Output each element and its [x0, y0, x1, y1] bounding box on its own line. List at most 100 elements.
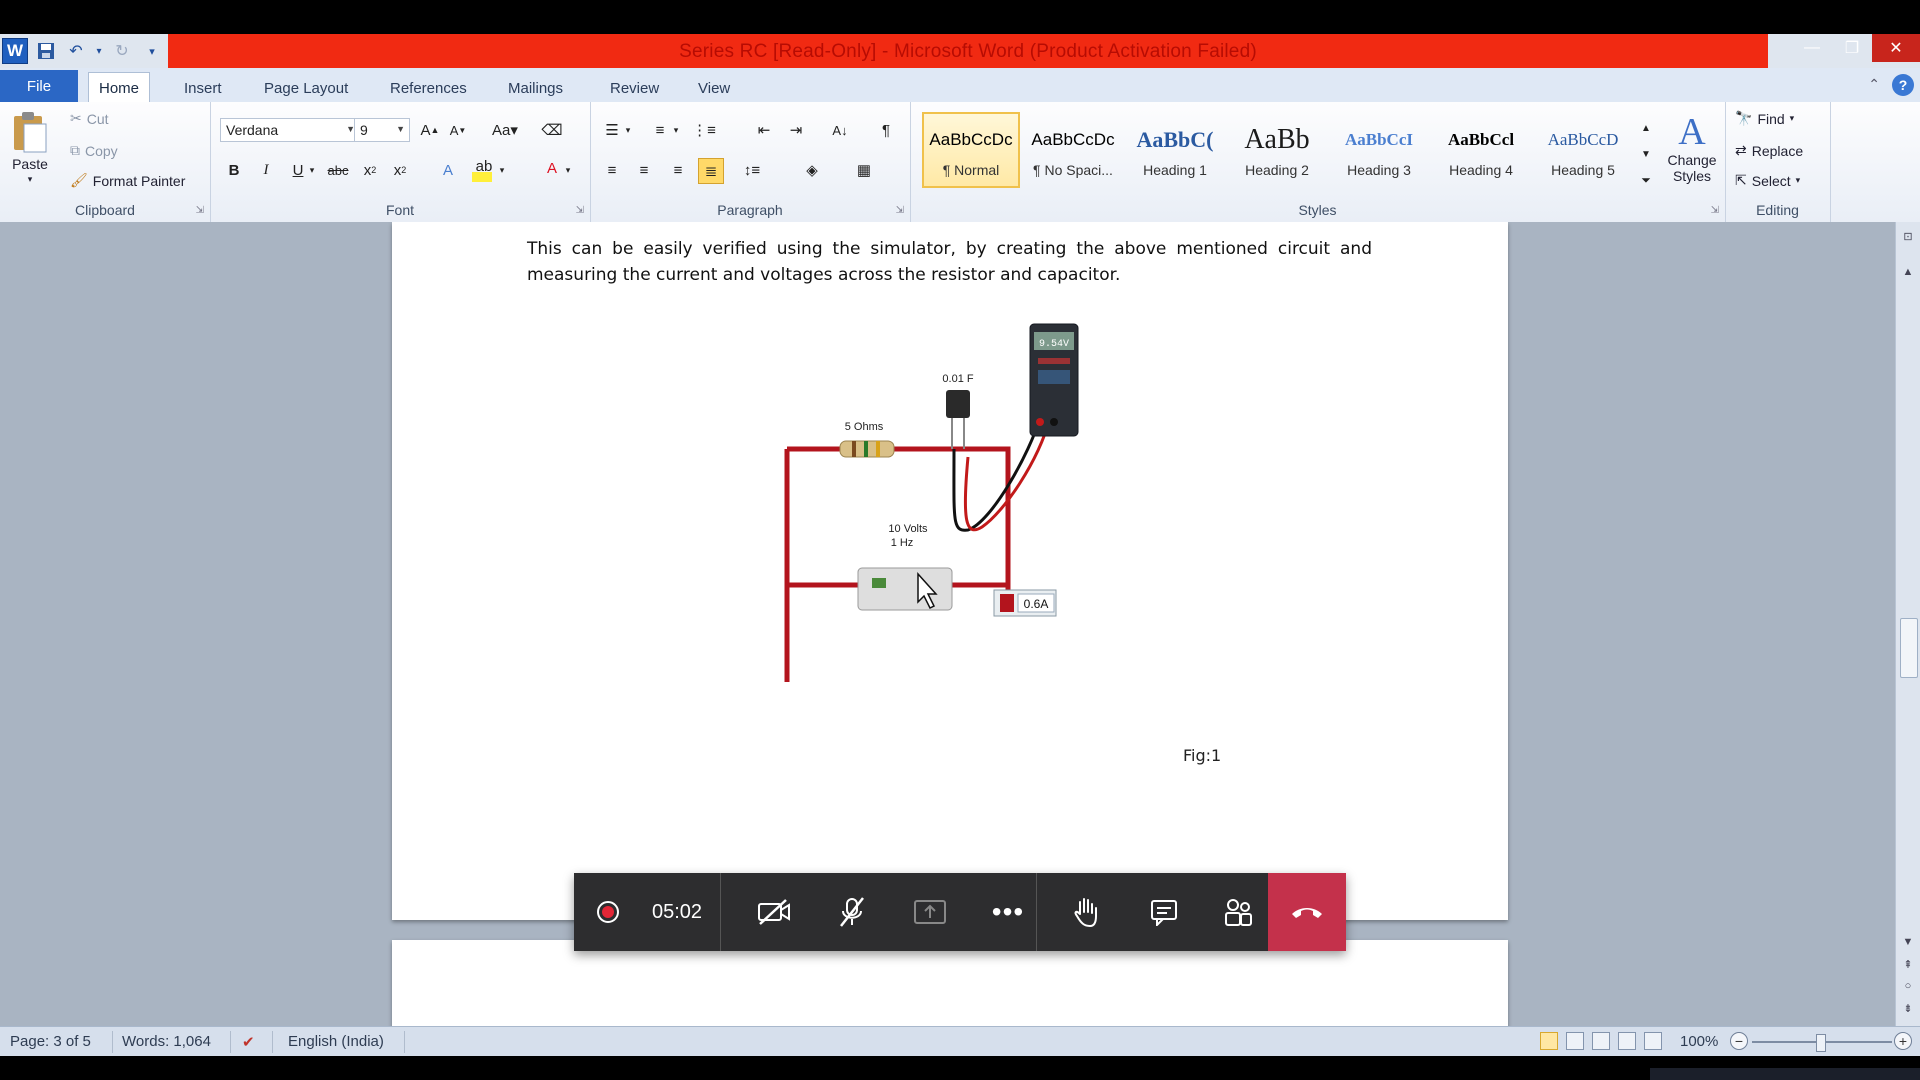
body-paragraph[interactable]: This can be easily verified using the si…: [527, 236, 1372, 288]
tab-insert[interactable]: Insert: [174, 74, 232, 102]
tab-view[interactable]: View: [688, 74, 740, 102]
vertical-scrollbar[interactable]: ⊡ ▲ ▼ ⇞ ○ ⇟: [1895, 222, 1920, 1026]
zoom-out-icon[interactable]: −: [1730, 1032, 1748, 1050]
undo-dropdown-icon[interactable]: ▾: [94, 39, 104, 63]
style-heading-4[interactable]: AaBbCcl Heading 4: [1432, 112, 1530, 188]
full-screen-reading-view-icon[interactable]: [1566, 1032, 1584, 1050]
style-heading-1[interactable]: AaBbC( Heading 1: [1126, 112, 1224, 188]
shrink-font-icon[interactable]: A ▼: [446, 118, 470, 142]
shading-icon[interactable]: ◈: [800, 158, 824, 182]
find-button[interactable]: 🔭 Find ▾: [1735, 110, 1794, 127]
scroll-down-icon[interactable]: ▼: [1896, 936, 1920, 948]
print-layout-view-icon[interactable]: [1540, 1032, 1558, 1050]
italic-icon[interactable]: I: [254, 158, 278, 182]
cut-button[interactable]: ✂ Cut: [70, 110, 109, 127]
word-logo-icon[interactable]: W: [2, 38, 28, 64]
font-launcher-icon[interactable]: ⇲: [576, 205, 584, 216]
style-heading-3[interactable]: AaBbCcI Heading 3: [1330, 112, 1428, 188]
document-page-next[interactable]: [392, 940, 1508, 1026]
bold-icon[interactable]: B: [222, 158, 246, 182]
text-effects-icon[interactable]: A: [436, 158, 460, 182]
style-heading-5[interactable]: AaBbCcD Heading 5: [1534, 112, 1632, 188]
customize-qat-icon[interactable]: ▾: [140, 39, 164, 63]
styles-scroll-down-icon[interactable]: ▼: [1634, 142, 1658, 166]
paste-button[interactable]: Paste ▾: [10, 110, 50, 185]
justify-icon[interactable]: ≣: [698, 158, 724, 184]
word-count[interactable]: Words: 1,064: [122, 1033, 211, 1050]
numbering-dropdown-icon[interactable]: ▾: [670, 118, 682, 142]
font-color-dropdown-icon[interactable]: ▾: [562, 158, 574, 182]
save-icon[interactable]: [34, 39, 58, 63]
styles-more-icon[interactable]: ⏷: [1634, 168, 1658, 192]
hang-up-button[interactable]: [1268, 873, 1346, 951]
proofing-icon[interactable]: ✔: [242, 1033, 255, 1051]
align-center-icon[interactable]: ≡: [632, 158, 656, 182]
raise-hand-icon[interactable]: [1058, 873, 1114, 951]
previous-page-icon[interactable]: ⇞: [1896, 958, 1920, 971]
minimize-ribbon-icon[interactable]: ⌃: [1868, 76, 1880, 93]
tab-references[interactable]: References: [380, 74, 477, 102]
font-color-icon[interactable]: A: [540, 156, 564, 180]
paragraph-launcher-icon[interactable]: ⇲: [896, 205, 904, 216]
zoom-in-icon[interactable]: +: [1894, 1032, 1912, 1050]
mic-off-icon[interactable]: [824, 873, 880, 951]
tab-file[interactable]: File: [0, 70, 78, 102]
multilevel-list-icon[interactable]: ⋮≡: [692, 118, 716, 142]
clipboard-launcher-icon[interactable]: ⇲: [196, 205, 204, 216]
style-no-spacing[interactable]: AaBbCcDc ¶ No Spaci...: [1024, 112, 1122, 188]
zoom-level[interactable]: 100%: [1680, 1033, 1718, 1050]
help-icon[interactable]: ?: [1892, 74, 1914, 96]
tab-review[interactable]: Review: [600, 74, 669, 102]
align-right-icon[interactable]: ≡: [666, 158, 690, 182]
scroll-thumb[interactable]: [1900, 618, 1918, 678]
highlight-dropdown-icon[interactable]: ▾: [496, 158, 508, 182]
outline-view-icon[interactable]: [1618, 1032, 1636, 1050]
minimize-button[interactable]: —: [1792, 34, 1832, 62]
subscript-icon[interactable]: x2: [358, 158, 382, 182]
tab-home[interactable]: Home: [88, 72, 151, 103]
align-left-icon[interactable]: ≡: [600, 158, 624, 182]
superscript-icon[interactable]: x2: [388, 158, 412, 182]
select-button[interactable]: ⇱ Select ▾: [1735, 172, 1800, 189]
decrease-indent-icon[interactable]: ⇤: [752, 118, 776, 142]
bullets-icon[interactable]: ☰: [600, 118, 624, 142]
format-painter-button[interactable]: 🖌 Format Painter: [70, 172, 185, 189]
zoom-slider-thumb[interactable]: [1816, 1034, 1826, 1052]
style-heading-2[interactable]: AaBb Heading 2: [1228, 112, 1326, 188]
change-styles-button[interactable]: A Change Styles: [1662, 112, 1722, 184]
next-page-icon[interactable]: ⇟: [1896, 1002, 1920, 1015]
copy-button[interactable]: ⧉ Copy: [70, 142, 118, 159]
change-case-icon[interactable]: Aa▾: [488, 118, 522, 142]
highlight-icon[interactable]: ab: [472, 154, 496, 178]
replace-button[interactable]: ⇄ Replace: [1735, 142, 1803, 159]
font-size-combo[interactable]: 9 ▼: [354, 118, 410, 142]
styles-scroll-up-icon[interactable]: ▲: [1634, 116, 1658, 140]
grow-font-icon[interactable]: A ▲: [418, 118, 442, 142]
sort-icon[interactable]: A↓: [828, 118, 852, 142]
share-screen-icon[interactable]: [902, 873, 958, 951]
close-button[interactable]: ✕: [1872, 34, 1920, 62]
more-options-icon[interactable]: •••: [980, 873, 1036, 951]
undo-icon[interactable]: ↶: [64, 39, 88, 63]
camera-off-icon[interactable]: [746, 873, 802, 951]
tab-page-layout[interactable]: Page Layout: [254, 74, 358, 102]
show-formatting-icon[interactable]: ¶: [874, 118, 898, 142]
strikethrough-icon[interactable]: abc: [326, 158, 350, 182]
style-normal[interactable]: AaBbCcDc ¶ Normal: [922, 112, 1020, 188]
styles-launcher-icon[interactable]: ⇲: [1711, 205, 1719, 216]
restore-button[interactable]: ❐: [1832, 34, 1872, 62]
chat-icon[interactable]: [1136, 873, 1192, 951]
circuit-figure[interactable]: 5 Ohms 0.01 F 9.54V 0.6A 10 Volts 1 Hz: [772, 322, 1112, 682]
borders-icon[interactable]: ▦: [852, 158, 876, 182]
language[interactable]: English (India): [288, 1033, 384, 1050]
scroll-up-icon[interactable]: ▲: [1896, 266, 1920, 278]
ruler-toggle-icon[interactable]: ⊡: [1896, 230, 1920, 243]
clear-formatting-icon[interactable]: ⌫: [540, 118, 564, 142]
line-spacing-icon[interactable]: ↕≡: [740, 158, 764, 182]
web-layout-view-icon[interactable]: [1592, 1032, 1610, 1050]
draft-view-icon[interactable]: [1644, 1032, 1662, 1050]
numbering-icon[interactable]: ≡: [648, 118, 672, 142]
participants-icon[interactable]: [1210, 873, 1266, 951]
font-name-combo[interactable]: Verdana ▼: [220, 118, 360, 142]
underline-dropdown-icon[interactable]: ▾: [306, 158, 318, 182]
